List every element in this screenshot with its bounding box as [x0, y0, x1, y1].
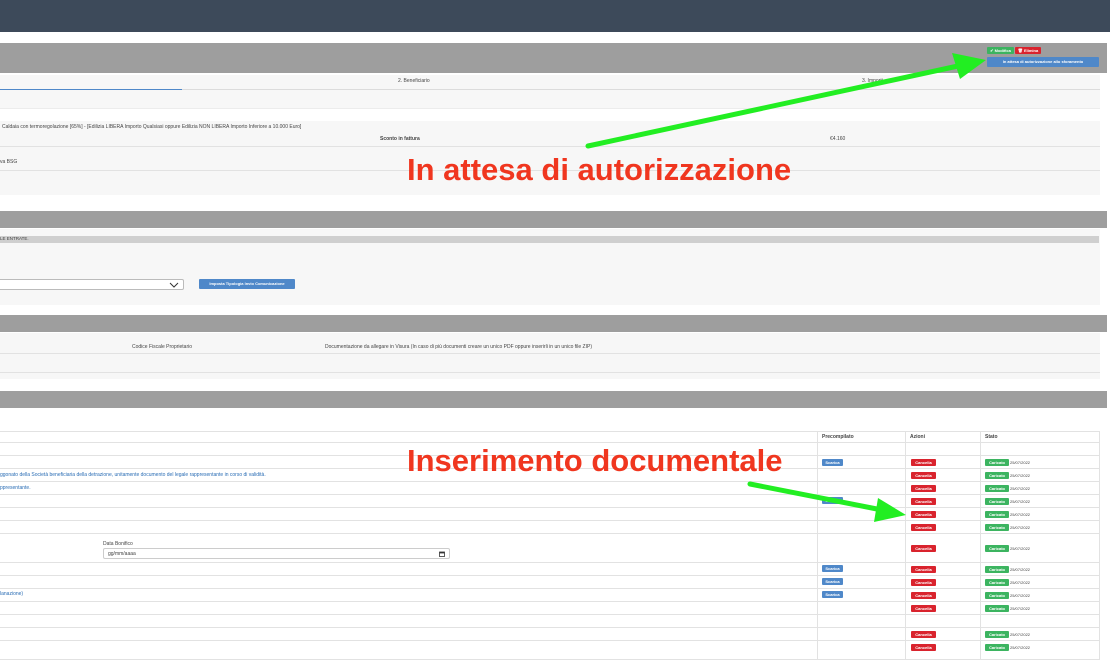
annotation-arrows: [585, 53, 986, 522]
annotation-autorizzazione: In attesa di autorizzazione: [407, 152, 792, 187]
arrow-2-head: [874, 498, 906, 522]
arrow-1: [585, 63, 961, 149]
arrow-1-head: [952, 53, 986, 79]
arrow-2: [747, 481, 885, 513]
annotation-documentale: Inserimento documentale: [407, 443, 783, 478]
